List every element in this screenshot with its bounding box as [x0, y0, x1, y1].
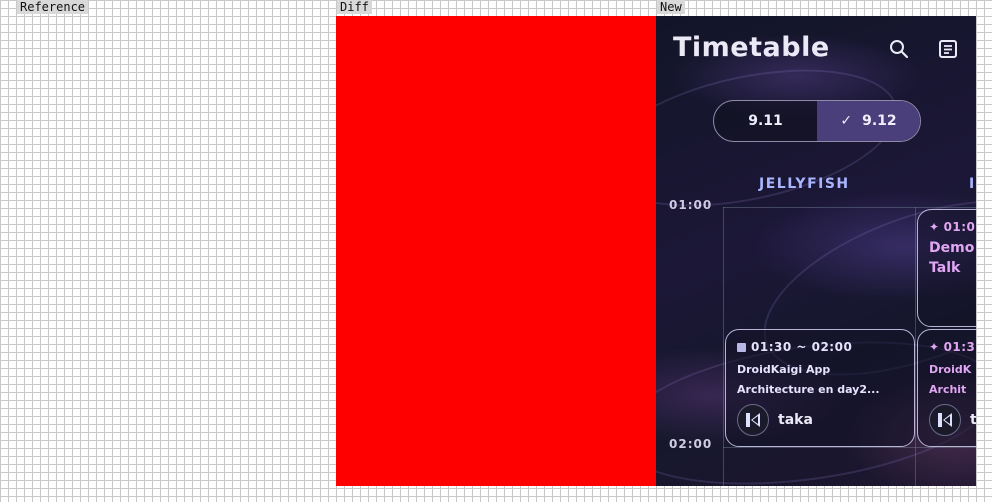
session-title-line: Architecture en day2...: [737, 383, 880, 396]
session-time: 01:30 ~ 02:00: [737, 340, 903, 354]
session-time: ✦ 01:3: [929, 340, 976, 354]
session-title: DroidKaigi App Architecture en day2...: [737, 360, 903, 400]
session-card[interactable]: ✦ 01:0 Demo Talk: [917, 209, 976, 327]
speaker: taka: [737, 404, 813, 436]
grid-line: [723, 447, 976, 448]
diff-panel-label: Diff: [337, 0, 372, 14]
session-type-icon: [737, 342, 746, 352]
session-card[interactable]: ✦ 01:3 DroidK Archit t: [917, 329, 976, 447]
sparkle-icon: ✦: [929, 340, 940, 354]
session-title: DroidK Archit: [929, 360, 976, 400]
time-label: 02:00: [669, 437, 713, 451]
day-tab-1[interactable]: 9.11: [714, 101, 817, 141]
page-title: Timetable: [673, 32, 830, 63]
speaker-name: t: [970, 412, 976, 428]
day-tab-label: 9.11: [748, 113, 783, 129]
room-header-jellyfish: JELLYFISH: [759, 176, 850, 192]
grid-line: [723, 207, 724, 486]
session-title: Demo Talk: [929, 238, 976, 278]
session-time-text: 01:3: [943, 340, 976, 354]
avatar: [929, 404, 961, 436]
session-time-text: 01:0: [943, 220, 976, 234]
session-card[interactable]: 01:30 ~ 02:00 DroidKaigi App Architectur…: [725, 329, 915, 447]
session-time-text: 01:30 ~ 02:00: [751, 340, 853, 354]
grid-line: [915, 207, 916, 486]
search-icon[interactable]: [888, 38, 910, 60]
timetable-screen: Timetable 9.11 ✓ 9.12 JELLYFISH I 01:00 …: [656, 16, 976, 486]
diff-image: [336, 16, 656, 486]
day-tab-label: 9.12: [862, 113, 897, 129]
room-header-next: I: [969, 176, 976, 192]
check-icon: ✓: [840, 113, 853, 129]
grid-line: [723, 207, 976, 208]
sparkle-icon: ✦: [929, 220, 940, 234]
time-label: 01:00: [669, 198, 713, 212]
session-title-line: DroidK: [929, 363, 972, 376]
day-tab-2[interactable]: ✓ 9.12: [817, 101, 920, 141]
session-title-line: Talk: [929, 260, 961, 276]
session-title-line: Demo: [929, 240, 975, 256]
session-title-line: DroidKaigi App: [737, 363, 831, 376]
avatar: [737, 404, 769, 436]
new-panel-label: New: [657, 0, 685, 14]
timetable-view-icon[interactable]: [937, 38, 959, 60]
session-time: ✦ 01:0: [929, 220, 976, 234]
reference-panel-label: Reference: [17, 0, 89, 14]
day-selector: 9.11 ✓ 9.12: [713, 100, 921, 142]
speaker: t: [929, 404, 976, 436]
speaker-name: taka: [778, 412, 813, 428]
session-title-line: Archit: [929, 383, 967, 396]
